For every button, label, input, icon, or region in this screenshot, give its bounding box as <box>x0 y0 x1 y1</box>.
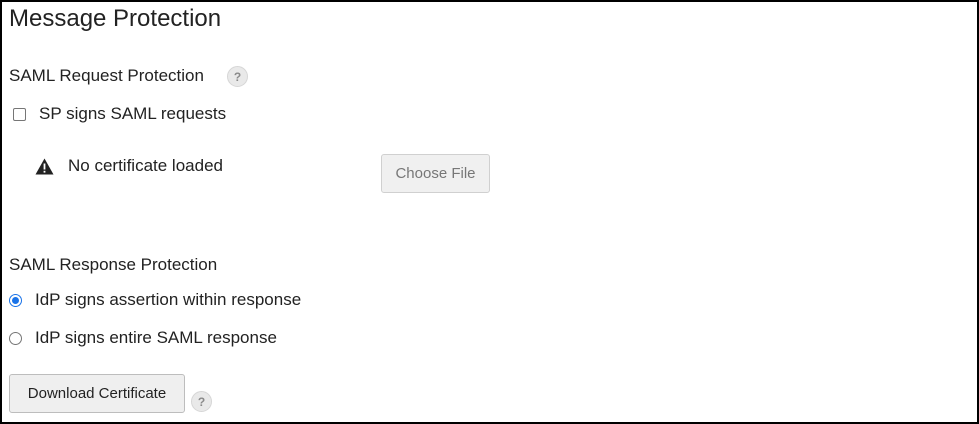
request-protection-title: SAML Request Protection <box>9 66 204 85</box>
response-protection-title: SAML Response Protection <box>9 255 218 274</box>
radio-option-sign-assertion[interactable]: IdP signs assertion within response <box>9 290 301 310</box>
radio-option-sign-entire-response[interactable]: IdP signs entire SAML response <box>9 328 277 348</box>
radio-label-sign-assertion: IdP signs assertion within response <box>35 290 302 309</box>
choose-file-button[interactable]: Choose File <box>381 154 490 193</box>
certificate-warning: No certificate loaded <box>35 156 223 176</box>
question-mark-icon[interactable]: ? <box>227 66 248 87</box>
question-mark-icon[interactable]: ? <box>191 391 212 412</box>
sp-signs-requests-label: SP signs SAML requests <box>39 104 227 123</box>
warning-triangle-icon <box>35 158 54 174</box>
radio-button-sign-entire-response[interactable] <box>9 331 22 345</box>
page-title: Message Protection <box>9 5 222 32</box>
radio-label-sign-entire-response: IdP signs entire SAML response <box>35 328 277 347</box>
panel-frame <box>0 0 979 424</box>
sp-signs-requests-checkbox[interactable] <box>13 107 26 121</box>
sp-signs-requests-option[interactable]: SP signs SAML requests <box>9 104 226 124</box>
download-certificate-button[interactable]: Download Certificate <box>9 374 185 413</box>
radio-button-sign-assertion[interactable] <box>9 293 22 307</box>
warning-text: No certificate loaded <box>68 156 223 175</box>
